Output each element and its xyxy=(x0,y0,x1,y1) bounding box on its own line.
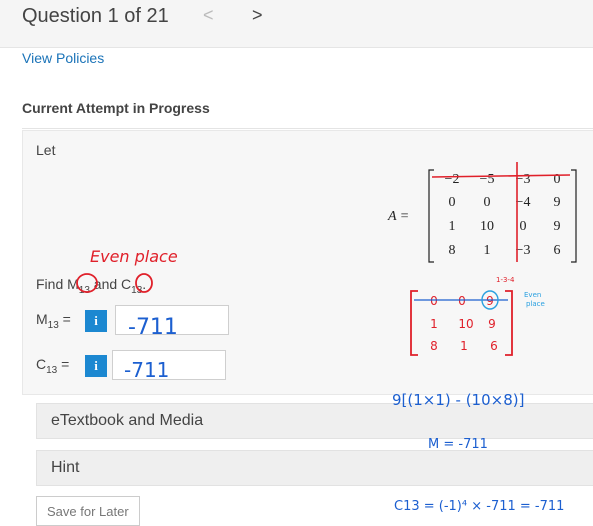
work-line-2: M = -711 xyxy=(428,437,488,452)
minor-cell: 9 xyxy=(488,317,496,331)
circle-mark xyxy=(76,273,98,293)
m13-handwritten-answer: -711 xyxy=(128,315,178,340)
work-line-3: C13 = (-1)⁴ × -711 = -711 xyxy=(394,499,564,514)
minor-cell: 9 xyxy=(486,294,494,308)
minor-cell: 0 xyxy=(458,294,466,308)
work-line-1: 9[(1×1) - (10×8)] xyxy=(392,391,524,409)
minor-cell: 8 xyxy=(430,339,438,353)
small-even-note: Even xyxy=(524,291,541,299)
minor-label-note: 1-3-4 xyxy=(496,276,515,284)
circle-mark xyxy=(135,273,153,293)
minor-cell: 6 xyxy=(490,339,498,353)
minor-cell: 10 xyxy=(458,317,473,331)
small-place-note: place xyxy=(526,300,545,308)
c13-handwritten-answer: -711 xyxy=(124,358,169,382)
minor-cell: 1 xyxy=(460,339,468,353)
minor-cell: 1 xyxy=(430,317,438,331)
minor-cell: 0 xyxy=(430,294,438,308)
even-place-note: Even place xyxy=(90,247,178,266)
handwriting-overlay: Even place -711 -711 1-3-4 0 0 9 1 10 9 … xyxy=(76,247,564,514)
